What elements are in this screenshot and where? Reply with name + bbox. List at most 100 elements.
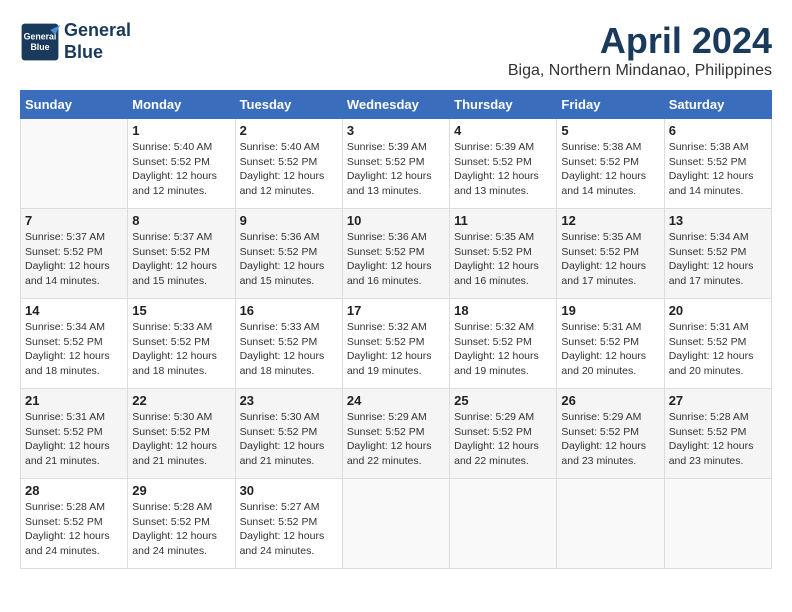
- day-info: Sunrise: 5:29 AM Sunset: 5:52 PM Dayligh…: [347, 410, 445, 469]
- day-number: 2: [240, 123, 338, 138]
- day-number: 11: [454, 213, 552, 228]
- header-cell-tuesday: Tuesday: [235, 91, 342, 119]
- week-row-0: 1Sunrise: 5:40 AM Sunset: 5:52 PM Daylig…: [21, 119, 772, 209]
- day-info: Sunrise: 5:30 AM Sunset: 5:52 PM Dayligh…: [132, 410, 230, 469]
- day-info: Sunrise: 5:38 AM Sunset: 5:52 PM Dayligh…: [669, 140, 767, 199]
- day-info: Sunrise: 5:29 AM Sunset: 5:52 PM Dayligh…: [454, 410, 552, 469]
- day-number: 14: [25, 303, 123, 318]
- logo-text-line2: Blue: [64, 42, 131, 64]
- calendar-cell: 5 Sunrise: 5:38 AM Sunset: 5:52 PM Daylig…: [557, 119, 664, 209]
- day-number: 17: [347, 303, 445, 318]
- day-info: Sunrise: 5:36 AM Sunset: 5:52 PM Dayligh…: [347, 230, 445, 289]
- calendar-cell: 1Sunrise: 5:40 AM Sunset: 5:52 PM Daylig…: [128, 119, 235, 209]
- day-number: 26: [561, 393, 659, 408]
- day-info: Sunrise: 5:39 AM Sunset: 5:52 PM Dayligh…: [347, 140, 445, 199]
- day-info: Sunrise: 5:40 AM Sunset: 5:52 PM Dayligh…: [132, 140, 230, 199]
- day-info: Sunrise: 5:36 AM Sunset: 5:52 PM Dayligh…: [240, 230, 338, 289]
- day-number: 7: [25, 213, 123, 228]
- header-cell-monday: Monday: [128, 91, 235, 119]
- day-number: 28: [25, 483, 123, 498]
- day-number: 9: [240, 213, 338, 228]
- day-info: Sunrise: 5:28 AM Sunset: 5:52 PM Dayligh…: [132, 500, 230, 559]
- calendar-cell: 17Sunrise: 5:32 AM Sunset: 5:52 PM Dayli…: [342, 299, 449, 389]
- calendar-cell: 16 Sunrise: 5:33 AM Sunset: 5:52 PM Dayli…: [235, 299, 342, 389]
- day-info: Sunrise: 5:39 AM Sunset: 5:52 PM Dayligh…: [454, 140, 552, 199]
- calendar-cell: 21 Sunrise: 5:31 AM Sunset: 5:52 PM Dayli…: [21, 389, 128, 479]
- day-info: Sunrise: 5:37 AM Sunset: 5:52 PM Dayligh…: [132, 230, 230, 289]
- svg-text:Blue: Blue: [30, 42, 49, 52]
- day-number: 30: [240, 483, 338, 498]
- day-info: Sunrise: 5:31 AM Sunset: 5:52 PM Dayligh…: [561, 320, 659, 379]
- calendar-cell: 6Sunrise: 5:38 AM Sunset: 5:52 PM Daylig…: [664, 119, 771, 209]
- calendar-cell: 29 Sunrise: 5:28 AM Sunset: 5:52 PM Dayli…: [128, 479, 235, 569]
- day-info: Sunrise: 5:33 AM Sunset: 5:52 PM Dayligh…: [240, 320, 338, 379]
- logo: General Blue General Blue: [20, 20, 131, 63]
- calendar-cell: 3Sunrise: 5:39 AM Sunset: 5:52 PM Daylig…: [342, 119, 449, 209]
- calendar-subtitle: Biga, Northern Mindanao, Philippines: [508, 62, 772, 80]
- day-number: 20: [669, 303, 767, 318]
- day-info: Sunrise: 5:35 AM Sunset: 5:52 PM Dayligh…: [454, 230, 552, 289]
- day-number: 23: [240, 393, 338, 408]
- header-cell-wednesday: Wednesday: [342, 91, 449, 119]
- calendar-cell: [557, 479, 664, 569]
- day-number: 4: [454, 123, 552, 138]
- day-number: 10: [347, 213, 445, 228]
- day-info: Sunrise: 5:31 AM Sunset: 5:52 PM Dayligh…: [669, 320, 767, 379]
- header-cell-sunday: Sunday: [21, 91, 128, 119]
- calendar-cell: 9 Sunrise: 5:36 AM Sunset: 5:52 PM Daylig…: [235, 209, 342, 299]
- calendar-cell: 14 Sunrise: 5:34 AM Sunset: 5:52 PM Dayli…: [21, 299, 128, 389]
- day-number: 16: [240, 303, 338, 318]
- day-number: 29: [132, 483, 230, 498]
- calendar-cell: 2 Sunrise: 5:40 AM Sunset: 5:52 PM Daylig…: [235, 119, 342, 209]
- calendar-cell: 10 Sunrise: 5:36 AM Sunset: 5:52 PM Dayli…: [342, 209, 449, 299]
- day-info: Sunrise: 5:34 AM Sunset: 5:52 PM Dayligh…: [25, 320, 123, 379]
- calendar-header: SundayMondayTuesdayWednesdayThursdayFrid…: [21, 91, 772, 119]
- day-number: 25: [454, 393, 552, 408]
- calendar-cell: 25 Sunrise: 5:29 AM Sunset: 5:52 PM Dayli…: [450, 389, 557, 479]
- page-header: General Blue General Blue April 2024 Big…: [20, 20, 772, 80]
- calendar-cell: [342, 479, 449, 569]
- day-info: Sunrise: 5:27 AM Sunset: 5:52 PM Dayligh…: [240, 500, 338, 559]
- calendar-cell: 11 Sunrise: 5:35 AM Sunset: 5:52 PM Dayli…: [450, 209, 557, 299]
- calendar-cell: 30 Sunrise: 5:27 AM Sunset: 5:52 PM Dayli…: [235, 479, 342, 569]
- day-info: Sunrise: 5:28 AM Sunset: 5:52 PM Dayligh…: [25, 500, 123, 559]
- day-number: 19: [561, 303, 659, 318]
- week-row-1: 7 Sunrise: 5:37 AM Sunset: 5:52 PM Daylig…: [21, 209, 772, 299]
- logo-text-line1: General: [64, 20, 131, 42]
- day-info: Sunrise: 5:33 AM Sunset: 5:52 PM Dayligh…: [132, 320, 230, 379]
- day-number: 21: [25, 393, 123, 408]
- week-row-2: 14 Sunrise: 5:34 AM Sunset: 5:52 PM Dayli…: [21, 299, 772, 389]
- day-number: 24: [347, 393, 445, 408]
- calendar-cell: 22Sunrise: 5:30 AM Sunset: 5:52 PM Dayli…: [128, 389, 235, 479]
- day-info: Sunrise: 5:38 AM Sunset: 5:52 PM Dayligh…: [561, 140, 659, 199]
- header-cell-thursday: Thursday: [450, 91, 557, 119]
- day-info: Sunrise: 5:30 AM Sunset: 5:52 PM Dayligh…: [240, 410, 338, 469]
- calendar-cell: 12 Sunrise: 5:35 AM Sunset: 5:52 PM Dayli…: [557, 209, 664, 299]
- calendar-cell: [664, 479, 771, 569]
- calendar-table: SundayMondayTuesdayWednesdayThursdayFrid…: [20, 90, 772, 569]
- calendar-cell: 23 Sunrise: 5:30 AM Sunset: 5:52 PM Dayli…: [235, 389, 342, 479]
- day-number: 18: [454, 303, 552, 318]
- calendar-cell: 20 Sunrise: 5:31 AM Sunset: 5:52 PM Dayli…: [664, 299, 771, 389]
- calendar-cell: 19 Sunrise: 5:31 AM Sunset: 5:52 PM Dayli…: [557, 299, 664, 389]
- calendar-body: 1Sunrise: 5:40 AM Sunset: 5:52 PM Daylig…: [21, 119, 772, 569]
- calendar-cell: 13Sunrise: 5:34 AM Sunset: 5:52 PM Dayli…: [664, 209, 771, 299]
- day-number: 5: [561, 123, 659, 138]
- calendar-cell: 24 Sunrise: 5:29 AM Sunset: 5:52 PM Dayli…: [342, 389, 449, 479]
- calendar-cell: 27Sunrise: 5:28 AM Sunset: 5:52 PM Dayli…: [664, 389, 771, 479]
- day-info: Sunrise: 5:31 AM Sunset: 5:52 PM Dayligh…: [25, 410, 123, 469]
- calendar-cell: 18Sunrise: 5:32 AM Sunset: 5:52 PM Dayli…: [450, 299, 557, 389]
- day-info: Sunrise: 5:34 AM Sunset: 5:52 PM Dayligh…: [669, 230, 767, 289]
- header-cell-saturday: Saturday: [664, 91, 771, 119]
- calendar-cell: 15Sunrise: 5:33 AM Sunset: 5:52 PM Dayli…: [128, 299, 235, 389]
- calendar-cell: 28 Sunrise: 5:28 AM Sunset: 5:52 PM Dayli…: [21, 479, 128, 569]
- day-info: Sunrise: 5:37 AM Sunset: 5:52 PM Dayligh…: [25, 230, 123, 289]
- calendar-cell: 4 Sunrise: 5:39 AM Sunset: 5:52 PM Daylig…: [450, 119, 557, 209]
- calendar-title: April 2024: [508, 20, 772, 62]
- day-number: 12: [561, 213, 659, 228]
- calendar-cell: 26Sunrise: 5:29 AM Sunset: 5:52 PM Dayli…: [557, 389, 664, 479]
- header-cell-friday: Friday: [557, 91, 664, 119]
- logo-icon: General Blue: [20, 22, 60, 62]
- day-info: Sunrise: 5:35 AM Sunset: 5:52 PM Dayligh…: [561, 230, 659, 289]
- day-info: Sunrise: 5:40 AM Sunset: 5:52 PM Dayligh…: [240, 140, 338, 199]
